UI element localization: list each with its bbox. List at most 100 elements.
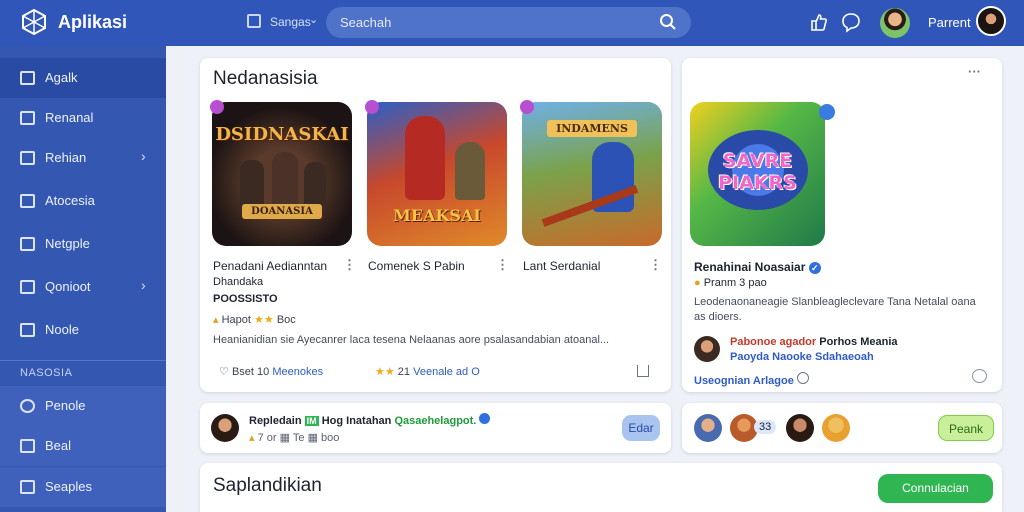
rating-value: 21 [397,366,411,378]
user-avatar[interactable] [976,6,1006,36]
featured-games-card: Nedanasisia DSIDNASKAI DOANASIA MEAKSAI … [200,58,671,392]
sidebar: Agalk Renanal Rehian › Atocesia Netgple … [0,46,166,512]
sidebar-item-penole[interactable]: Penole [0,386,166,426]
footer-link-text: Useognian Arlagoe [694,375,794,387]
game-tile-1[interactable]: DSIDNASKAI DOANASIA [212,102,352,246]
character-figure [304,162,326,210]
like-icon[interactable] [807,11,829,33]
friend-avatar[interactable] [786,414,814,442]
character-figure [405,116,445,200]
search-bar[interactable]: Seachah [326,7,691,38]
sidebar-item-rehian[interactable]: Rehian › [0,138,166,178]
likes-link[interactable]: Meenokes [272,366,323,378]
profile-name[interactable]: Parrent [928,15,971,30]
comment-icon[interactable] [972,369,987,383]
card-title: Nedanasisia [213,68,318,89]
friend-avatar[interactable] [880,8,910,38]
activity-headline: Repledain IM Hog Inatahan Qasaehelagpot. [249,413,491,427]
chat-icon[interactable] [840,11,862,33]
more-options-icon[interactable]: ⋮ [496,257,509,273]
rating-label: Hapot [221,314,251,326]
peank-button[interactable]: Peank [938,415,994,441]
grid-icon: ▦ [279,432,291,444]
sidebar-divider [0,360,166,361]
grid-icon [20,71,35,85]
footer-link[interactable]: Useognian Arlagoe [694,372,809,387]
author-subline[interactable]: Paoyda Naooke Sdahaeoah [730,351,874,363]
spotlight-card: ··· SAVRE PIAKRS Renahinai Noasaiar ✓ ● … [682,58,1002,392]
edit-button[interactable]: Edar [622,415,660,441]
spotlight-rating-label: Pranm 3 pao [703,277,767,289]
author-name[interactable]: Pabonoe agador [730,336,816,348]
activity-user[interactable]: Repledain [249,415,302,427]
author-org: Porhos Meania [819,336,898,348]
sidebar-item-label: Beal [45,438,72,453]
activity-meta-2: Te [292,432,305,444]
activity-highlight[interactable]: Qasaehelagpot. [394,415,476,427]
friend-count: 33 [754,420,777,434]
like-stat[interactable]: ♡ Bset 10 Meenokes [219,365,323,378]
game-tile-subtitle: DOANASIA [242,204,322,219]
heart-icon: ♡ [219,366,229,378]
sidebar-item-label: Netgple [45,236,90,251]
more-options-icon[interactable]: ⋮ [343,257,356,273]
game-tile-3[interactable]: INDAMENS [522,102,662,246]
spotlight-title-text: Renahinai Noasaiar [694,260,806,274]
clock-icon [796,372,809,384]
activity-text: Hog Inatahan [321,415,392,427]
friend-avatar[interactable] [694,414,722,442]
author-avatar[interactable] [694,336,720,362]
rating-link[interactable]: Veenale ad O [413,366,480,378]
sidebar-item-atocesia[interactable]: Atocesia [0,181,166,221]
activity-tag: IM [304,416,319,426]
sidebar-item-agalk[interactable]: Agalk [0,58,166,98]
spotlight-game-tile[interactable]: SAVRE PIAKRS [690,102,825,246]
friend-avatar[interactable] [822,414,850,442]
sidebar-item-label: Agalk [45,70,78,85]
spotlight-title[interactable]: Renahinai Noasaiar ✓ [694,260,821,274]
rating-stat[interactable]: ★★ 21 Veenale ad O [375,365,480,378]
activity-meta: ▴ 7 or ▦ Te ▦ boo [249,431,339,444]
game-tile-title: INDAMENS [547,120,637,137]
document-icon [20,480,35,494]
sidebar-item-renanal[interactable]: Renanal [0,98,166,138]
folder-icon [20,194,35,208]
spotlight-rating: ● Pranm 3 pao [694,277,767,289]
panel-icon[interactable] [247,14,261,28]
game-title-1[interactable]: Penadani Aedianntan [213,259,327,273]
search-icon[interactable] [659,13,677,31]
continue-button[interactable]: Connulacian [878,474,993,503]
sidebar-item-netgple[interactable]: Netgple [0,224,166,264]
more-options-icon[interactable]: ⋮ [649,257,662,273]
chevron-down-icon[interactable]: ⌄ [309,13,318,26]
app-logo-icon[interactable] [20,8,48,36]
badge-icon [520,100,534,114]
game-tile-title: SAVRE PIAKRS [718,150,797,194]
character-figure [272,152,298,210]
game-title-2[interactable]: Comenek S Pabin [368,259,465,273]
verified-icon [479,413,491,424]
game-tile-2[interactable]: MEAKSAI [367,102,507,246]
chevron-right-icon: › [141,277,146,293]
bottom-card: Saplandikian Connulacian [200,463,1002,512]
sidebar-item-noole[interactable]: Noole [0,310,166,350]
sidebar-item-qonioot[interactable]: Qonioot › [0,267,166,307]
sidebar-item-seaples[interactable]: Seaples [0,467,166,507]
activity-meta-3: boo [321,432,340,444]
bookmark-icon[interactable] [637,365,649,377]
verified-icon: ✓ [808,262,821,274]
thumb-icon: ▴ [213,314,219,326]
coin-icon: ● [694,277,701,289]
search-input[interactable]: Seachah [340,15,391,30]
sidebar-item-beal[interactable]: Beal [0,426,166,466]
rating-row: ▴ Hapot ★★ Boc [213,313,296,326]
game-title-3[interactable]: Lant Serdanial [523,259,600,273]
breadcrumb[interactable]: Sangas [270,15,311,29]
grid-icon: ▦ [307,432,318,444]
author-line: Pabonoe agador Porhos Meania [730,336,898,348]
user-avatar[interactable] [211,414,239,442]
featured-description: Heanianidian sie Ayecanrer laca tesena N… [213,334,610,346]
sidebar-item-label: Renanal [45,110,94,125]
sidebar-item-label: Seaples [45,479,92,494]
more-options-icon[interactable]: ··· [968,64,981,79]
